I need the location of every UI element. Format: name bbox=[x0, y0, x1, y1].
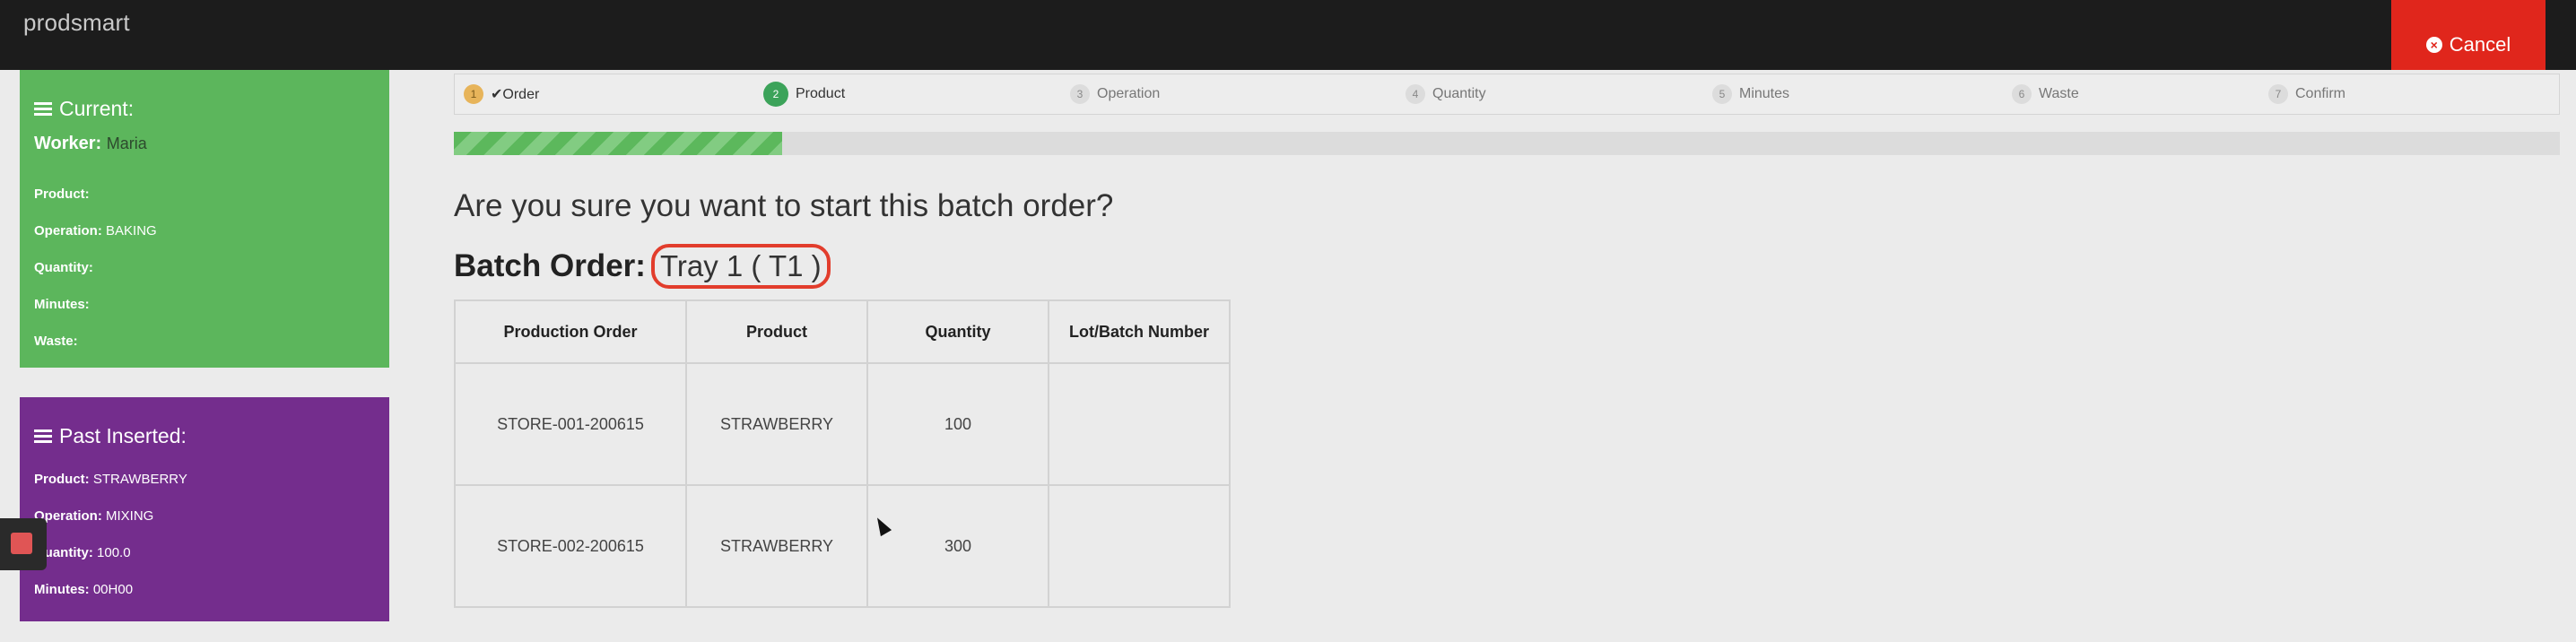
step-number: 6 bbox=[2012, 84, 2032, 104]
current-field-product: Product: bbox=[34, 176, 375, 213]
field-label: Product: bbox=[34, 472, 90, 487]
past-field-quantity: Quantity: 100.0 bbox=[34, 534, 375, 571]
current-field-operation: Operation: BAKING bbox=[34, 213, 375, 249]
stop-record-icon[interactable] bbox=[11, 533, 32, 554]
current-title-text: Current: bbox=[59, 97, 135, 120]
current-field-waste: Waste: bbox=[34, 323, 375, 360]
batch-order-value: Tray 1 ( T1 ) bbox=[650, 244, 831, 289]
close-circle-icon: × bbox=[2425, 37, 2442, 53]
worker-line: Worker: Maria bbox=[34, 134, 375, 154]
field-label: Quantity: bbox=[34, 260, 93, 275]
step-label: Confirm bbox=[2295, 86, 2346, 101]
cell-quantity: 100 bbox=[866, 362, 1049, 486]
past-title-text: Past Inserted: bbox=[59, 424, 187, 447]
step-label: Product bbox=[796, 86, 846, 101]
field-label: Operation: bbox=[34, 223, 102, 239]
menu-bars-icon bbox=[34, 429, 52, 443]
step-confirm[interactable]: 7 Confirm bbox=[2268, 74, 2345, 114]
step-label: Operation bbox=[1097, 86, 1161, 101]
step-minutes[interactable]: 5 Minutes bbox=[1712, 74, 1789, 114]
header-production-order: Production Order bbox=[454, 299, 687, 364]
header-product: Product bbox=[685, 299, 868, 364]
step-number: 5 bbox=[1712, 84, 1732, 104]
step-number: 1 bbox=[464, 84, 483, 104]
wizard-steps: 1 ✔Order 2 Product 3 Operation 4 Quantit… bbox=[454, 74, 2560, 115]
past-panel-title: Past Inserted: bbox=[34, 424, 375, 448]
cell-lot-batch[interactable] bbox=[1048, 362, 1231, 486]
cell-product: STRAWBERRY bbox=[685, 362, 868, 486]
top-bar: prodsmart × Cancel bbox=[0, 0, 2576, 70]
batch-orders-table: Production Order Product Quantity Lot/Ba… bbox=[454, 299, 1231, 608]
step-operation[interactable]: 3 Operation bbox=[1070, 74, 1160, 114]
step-number: 3 bbox=[1070, 84, 1090, 104]
cell-product: STRAWBERRY bbox=[685, 484, 868, 608]
field-value: 100.0 bbox=[97, 545, 131, 560]
recording-widget[interactable] bbox=[0, 518, 47, 570]
step-waste[interactable]: 6 Waste bbox=[2012, 74, 2079, 114]
worker-label: Worker: bbox=[34, 134, 102, 153]
step-quantity[interactable]: 4 Quantity bbox=[1405, 74, 1486, 114]
current-field-quantity: Quantity: bbox=[34, 249, 375, 286]
table-row: STORE-001-200615 STRAWBERRY 100 bbox=[454, 362, 1231, 486]
field-label: Minutes: bbox=[34, 582, 90, 597]
brand-logo: prodsmart bbox=[23, 9, 130, 36]
table-header-row: Production Order Product Quantity Lot/Ba… bbox=[454, 299, 1231, 364]
current-field-minutes: Minutes: bbox=[34, 286, 375, 323]
step-number: 2 bbox=[763, 82, 788, 107]
step-number: 4 bbox=[1405, 84, 1425, 104]
header-lot-batch: Lot/Batch Number bbox=[1048, 299, 1231, 364]
field-label: Minutes: bbox=[34, 297, 90, 312]
field-value: MIXING bbox=[106, 508, 154, 524]
cell-production-order: STORE-002-200615 bbox=[454, 484, 687, 608]
step-number: 7 bbox=[2268, 84, 2288, 104]
current-panel-title: Current: bbox=[34, 97, 375, 121]
field-label: Product: bbox=[34, 187, 90, 202]
past-field-minutes: Minutes: 00H00 bbox=[34, 571, 375, 608]
header-quantity: Quantity bbox=[866, 299, 1049, 364]
table-row: STORE-002-200615 STRAWBERRY 300 bbox=[454, 484, 1231, 608]
field-label: Waste: bbox=[34, 334, 78, 349]
cell-lot-batch[interactable] bbox=[1048, 484, 1231, 608]
batch-order-label: Batch Order: bbox=[454, 248, 646, 283]
progress-fill bbox=[454, 132, 783, 155]
step-label: Quantity bbox=[1432, 86, 1486, 101]
past-inserted-panel: Past Inserted: Product: STRAWBERRY Opera… bbox=[20, 397, 389, 621]
step-label: Minutes bbox=[1739, 86, 1790, 101]
cell-production-order: STORE-001-200615 bbox=[454, 362, 687, 486]
step-label: Waste bbox=[2039, 86, 2079, 101]
progress-bar bbox=[454, 132, 2560, 155]
step-label: ✔Order bbox=[491, 87, 540, 102]
confirm-question: Are you sure you want to start this batc… bbox=[454, 188, 1114, 223]
cell-quantity: 300 bbox=[866, 484, 1049, 608]
step-order[interactable]: 1 ✔Order bbox=[464, 74, 539, 114]
past-field-operation: Operation: MIXING bbox=[34, 498, 375, 534]
menu-bars-icon bbox=[34, 102, 52, 116]
field-value: BAKING bbox=[106, 223, 157, 239]
current-panel: Current: Worker: Maria Product: Operatio… bbox=[20, 70, 389, 368]
step-product[interactable]: 2 Product bbox=[763, 74, 845, 114]
cancel-button[interactable]: × Cancel bbox=[2391, 0, 2546, 70]
field-value: STRAWBERRY bbox=[92, 472, 187, 487]
field-value: 00H00 bbox=[92, 582, 134, 597]
batch-order-line: Batch Order: Tray 1 ( T1 ) bbox=[454, 244, 831, 289]
past-field-product: Product: STRAWBERRY bbox=[34, 461, 375, 498]
worker-value: Maria bbox=[106, 134, 147, 152]
cancel-label: Cancel bbox=[2449, 33, 2511, 56]
